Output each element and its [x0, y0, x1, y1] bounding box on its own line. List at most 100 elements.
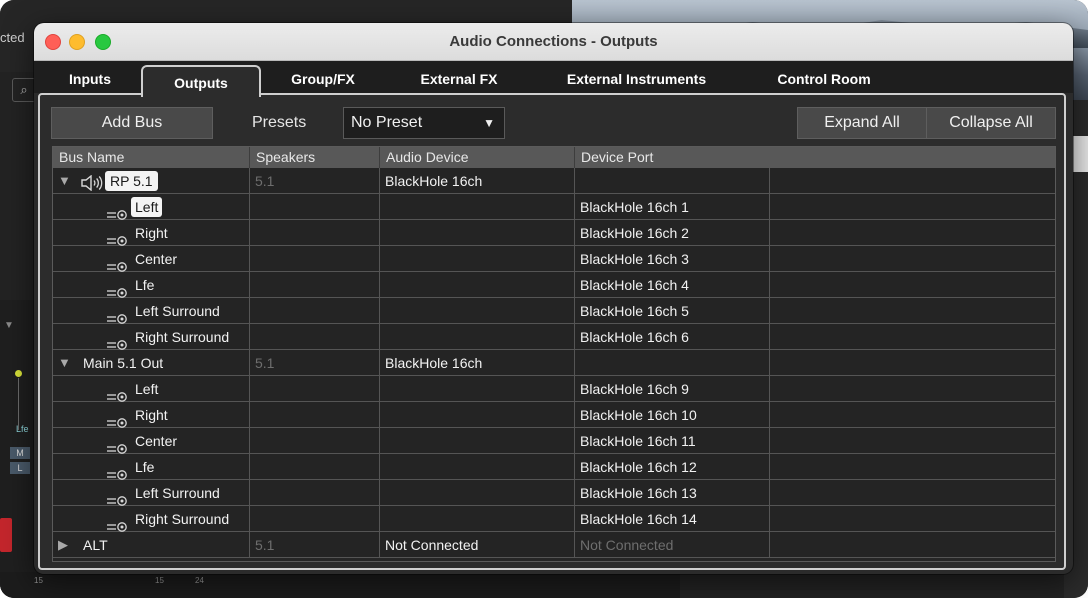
add-bus-button[interactable]: Add Bus [51, 107, 213, 139]
channel-name-label[interactable]: Center [135, 428, 177, 454]
audio-device-cell[interactable] [380, 324, 575, 349]
mute-button[interactable]: M [10, 447, 30, 459]
column-header-device-port[interactable]: Device Port [575, 147, 1055, 168]
channel-row[interactable]: Left Surround BlackHole 16ch 13 [53, 480, 1055, 506]
channel-row[interactable]: Right BlackHole 16ch 2 [53, 220, 1055, 246]
speakers-cell[interactable] [250, 298, 380, 323]
audio-device-cell[interactable]: BlackHole 16ch [380, 350, 575, 375]
collapse-triangle-icon[interactable]: ▼ [58, 168, 71, 194]
channel-row[interactable]: Lfe BlackHole 16ch 12 [53, 454, 1055, 480]
speakers-cell[interactable]: 5.1 [250, 532, 380, 557]
audio-device-cell[interactable] [380, 376, 575, 401]
pan-knob-dot[interactable] [15, 370, 22, 377]
channel-row[interactable]: Left Surround BlackHole 16ch 5 [53, 298, 1055, 324]
bus-name-label[interactable]: RP 5.1 [105, 171, 158, 191]
bus-name-cell[interactable]: ▼ Main 5.1 Out [53, 350, 250, 375]
magnifier-icon[interactable]: ⌕ [12, 78, 36, 102]
expand-triangle-icon[interactable]: ▶ [58, 532, 68, 558]
device-port-cell[interactable]: BlackHole 16ch 13 [575, 480, 770, 505]
device-port-cell[interactable] [575, 350, 770, 375]
bus-name-cell[interactable]: Left [53, 376, 250, 402]
audio-device-cell[interactable] [380, 402, 575, 427]
title-bar[interactable]: Audio Connections - Outputs [34, 23, 1073, 61]
channel-name-label[interactable]: Right Surround [135, 506, 229, 532]
device-port-cell[interactable]: BlackHole 16ch 2 [575, 220, 770, 245]
tab-external-instruments[interactable]: External Instruments [539, 61, 734, 93]
audio-device-cell[interactable] [380, 428, 575, 453]
channel-row[interactable]: Center BlackHole 16ch 11 [53, 428, 1055, 454]
collapse-triangle-icon[interactable]: ▼ [58, 350, 71, 376]
audio-device-cell[interactable] [380, 454, 575, 479]
bus-name-cell[interactable]: Left Surround [53, 480, 250, 506]
speakers-cell[interactable]: 5.1 [250, 168, 380, 193]
device-port-cell[interactable]: BlackHole 16ch 5 [575, 298, 770, 323]
bus-name-cell[interactable]: Right [53, 220, 250, 246]
device-port-cell[interactable]: Not Connected [575, 532, 770, 557]
listen-button[interactable]: L [10, 462, 30, 474]
bus-row[interactable]: ▼ Main 5.1 Out 5.1 BlackHole 16ch [53, 350, 1055, 376]
speakers-cell[interactable] [250, 272, 380, 297]
channel-row[interactable]: Right Surround BlackHole 16ch 6 [53, 324, 1055, 350]
audio-device-cell[interactable] [380, 298, 575, 323]
device-port-cell[interactable]: BlackHole 16ch 4 [575, 272, 770, 297]
audio-device-cell[interactable] [380, 480, 575, 505]
audio-device-cell[interactable] [380, 220, 575, 245]
channel-row[interactable]: Left BlackHole 16ch 9 [53, 376, 1055, 402]
speakers-cell[interactable] [250, 428, 380, 453]
channel-name-label[interactable]: Left [131, 197, 163, 217]
speakers-cell[interactable] [250, 454, 380, 479]
speakers-cell[interactable] [250, 506, 380, 531]
bus-name-cell[interactable]: Lfe [53, 454, 250, 480]
channel-name-label[interactable]: Left Surround [135, 480, 220, 506]
device-port-cell[interactable]: BlackHole 16ch 10 [575, 402, 770, 427]
preset-select[interactable]: No Preset ▼ [343, 107, 505, 139]
speakers-cell[interactable]: 5.1 [250, 350, 380, 375]
collapse-triangle-icon[interactable]: ▼ [4, 320, 14, 331]
audio-device-cell[interactable]: BlackHole 16ch [380, 168, 575, 193]
device-port-cell[interactable]: BlackHole 16ch 1 [575, 194, 770, 219]
speakers-cell[interactable] [250, 376, 380, 401]
audio-device-cell[interactable] [380, 272, 575, 297]
bus-name-cell[interactable]: Center [53, 246, 250, 272]
device-port-cell[interactable]: BlackHole 16ch 14 [575, 506, 770, 531]
channel-row[interactable]: Right BlackHole 16ch 10 [53, 402, 1055, 428]
bus-name-cell[interactable]: Right Surround [53, 324, 250, 350]
device-port-cell[interactable] [575, 168, 770, 193]
device-port-cell[interactable]: BlackHole 16ch 9 [575, 376, 770, 401]
channel-name-label[interactable]: Left [135, 376, 158, 402]
channel-name-label[interactable]: Left Surround [135, 298, 220, 324]
bus-name-cell[interactable]: ▶ ALT [53, 532, 250, 557]
device-port-cell[interactable]: BlackHole 16ch 11 [575, 428, 770, 453]
bus-row[interactable]: ▶ ALT 5.1 Not Connected Not Connected [53, 532, 1055, 558]
collapse-all-button[interactable]: Collapse All [926, 107, 1056, 139]
bus-row[interactable]: ▼ RP 5.1 5.1 BlackHole 16ch [53, 168, 1055, 194]
channel-name-label[interactable]: Right [135, 220, 168, 246]
tab-group-fx[interactable]: Group/FX [269, 61, 377, 93]
column-header-audio-device[interactable]: Audio Device [380, 147, 575, 168]
bus-name-label[interactable]: Main 5.1 Out [83, 350, 163, 376]
speakers-cell[interactable] [250, 480, 380, 505]
device-port-cell[interactable]: BlackHole 16ch 12 [575, 454, 770, 479]
channel-name-label[interactable]: Right Surround [135, 324, 229, 350]
expand-all-button[interactable]: Expand All [797, 107, 927, 139]
speakers-cell[interactable] [250, 194, 380, 219]
channel-row[interactable]: Center BlackHole 16ch 3 [53, 246, 1055, 272]
bus-name-cell[interactable]: Right Surround [53, 506, 250, 532]
bus-name-label[interactable]: ALT [83, 532, 108, 558]
channel-name-label[interactable]: Lfe [135, 272, 154, 298]
speakers-cell[interactable] [250, 402, 380, 427]
bus-name-cell[interactable]: Left Surround [53, 298, 250, 324]
channel-row[interactable]: Lfe BlackHole 16ch 4 [53, 272, 1055, 298]
bus-name-cell[interactable]: ▼ RP 5.1 [53, 168, 250, 193]
bus-name-cell[interactable]: Left [53, 194, 250, 220]
bus-name-cell[interactable]: Right [53, 402, 250, 428]
channel-name-label[interactable]: Lfe [135, 454, 154, 480]
column-header-bus-name[interactable]: Bus Name [53, 147, 250, 168]
audio-device-cell[interactable] [380, 506, 575, 531]
audio-device-cell[interactable]: Not Connected [380, 532, 575, 557]
channel-row[interactable]: Left BlackHole 16ch 1 [53, 194, 1055, 220]
audio-device-cell[interactable] [380, 246, 575, 271]
device-port-cell[interactable]: BlackHole 16ch 3 [575, 246, 770, 271]
device-port-cell[interactable]: BlackHole 16ch 6 [575, 324, 770, 349]
speakers-cell[interactable] [250, 246, 380, 271]
